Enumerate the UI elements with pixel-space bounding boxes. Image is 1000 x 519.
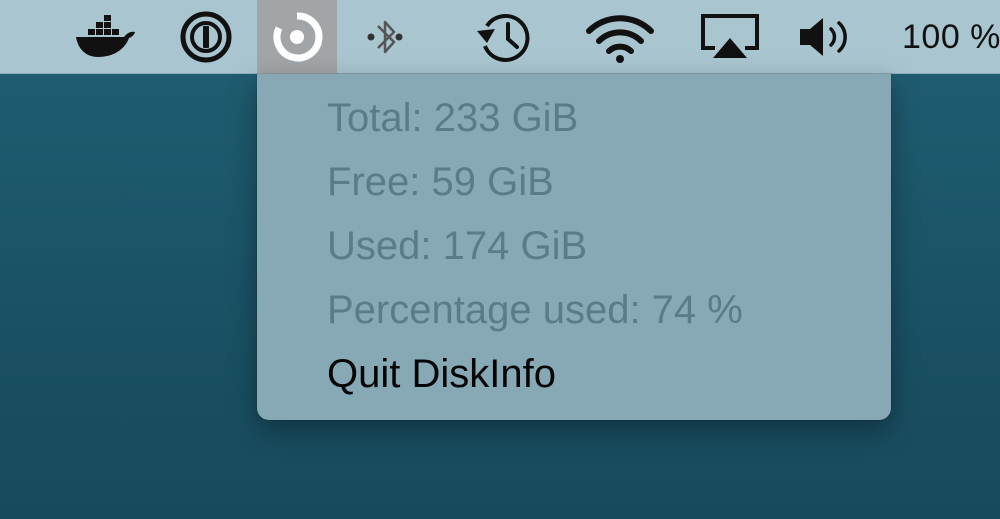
battery-percentage[interactable]: 100 %	[902, 0, 1000, 74]
diskinfo-icon[interactable]	[257, 0, 337, 74]
airplay-icon[interactable]	[690, 0, 770, 74]
1password-icon[interactable]	[166, 0, 246, 74]
time-machine-icon[interactable]	[464, 0, 544, 74]
volume-icon[interactable]	[790, 0, 862, 74]
menu-item-percentage-used: Percentage used: 74 %	[327, 288, 743, 332]
diskinfo-menu: Total: 233 GiB Free: 59 GiB Used: 174 Gi…	[257, 74, 891, 420]
wifi-icon[interactable]	[580, 0, 660, 74]
quit-diskinfo-button[interactable]: Quit DiskInfo	[327, 352, 556, 397]
menu-item-total: Total: 233 GiB	[327, 96, 579, 140]
menu-item-free: Free: 59 GiB	[327, 160, 554, 204]
bluetooth-icon[interactable]	[352, 0, 418, 74]
menu-item-used: Used: 174 GiB	[327, 224, 588, 268]
docker-icon[interactable]	[66, 0, 146, 74]
menu-bar: 100 %	[0, 0, 1000, 74]
